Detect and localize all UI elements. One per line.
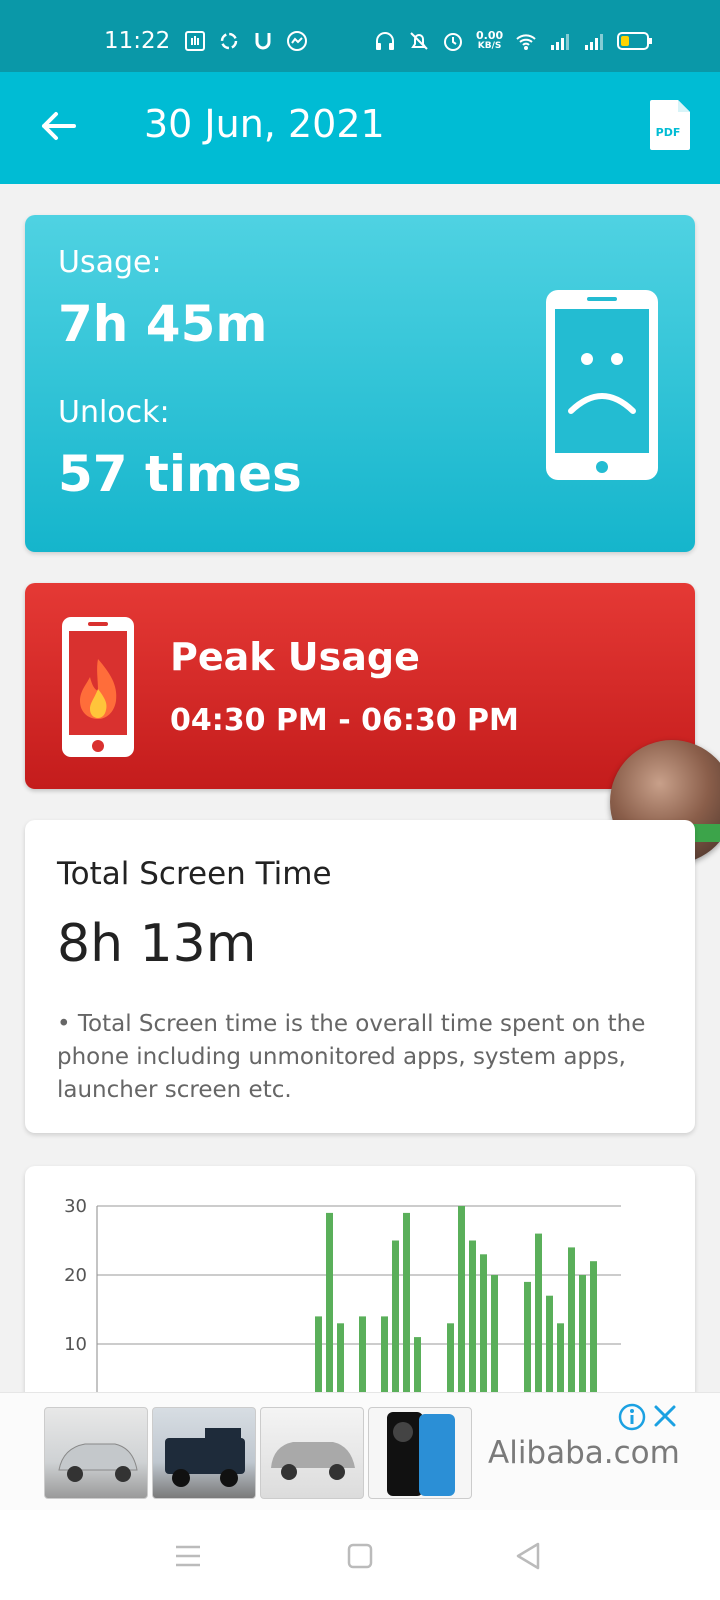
chart-bar[interactable] xyxy=(392,1240,399,1417)
total-screen-time-value: 8h 13m xyxy=(57,914,257,974)
ad-thumbnail-car-2[interactable] xyxy=(152,1407,256,1499)
total-screen-time-title: Total Screen Time xyxy=(57,856,332,892)
y-tick-label: 20 xyxy=(64,1265,87,1286)
system-icons: 0.00 KB/S xyxy=(374,30,653,52)
system-nav-bar xyxy=(0,1510,720,1600)
fire-phone-icon xyxy=(62,617,134,757)
ad-close-icon[interactable] xyxy=(652,1403,678,1429)
y-tick-label: 30 xyxy=(64,1196,87,1217)
peak-usage-card: Peak Usage 04:30 PM - 06:30 PM xyxy=(25,583,695,789)
battery-icon xyxy=(617,32,653,50)
ad-brand: Alibaba.com xyxy=(488,1435,680,1471)
hourly-usage-chart: 10 20 30 xyxy=(64,1196,621,1417)
ad-thumbnail-phone[interactable] xyxy=(368,1407,472,1499)
car-icon xyxy=(58,1443,138,1482)
messenger-icon xyxy=(287,31,307,51)
usage-card: Usage: 7h 45m Unlock: 57 times xyxy=(25,215,695,552)
chart-bar[interactable] xyxy=(458,1206,465,1416)
page-title: 30 Jun, 2021 xyxy=(144,102,385,146)
unlock-label: Unlock: xyxy=(58,395,170,430)
chart-bar[interactable] xyxy=(469,1240,476,1417)
notification-icons xyxy=(184,30,308,52)
pickup-icon xyxy=(165,1428,245,1487)
signal-2-icon xyxy=(585,34,604,50)
app-bar: 30 Jun, 2021 PDF xyxy=(0,72,720,184)
u-icon xyxy=(255,33,271,50)
suv-icon xyxy=(271,1442,355,1480)
net-speed: 0.00 KB/S xyxy=(476,29,504,51)
chart-bar[interactable] xyxy=(403,1212,410,1416)
total-screen-time-note: • Total Screen time is the overall time … xyxy=(57,1011,646,1103)
menu-icon[interactable] xyxy=(170,1538,206,1574)
pdf-export-button[interactable]: PDF xyxy=(648,98,692,152)
alarm-icon xyxy=(444,33,462,51)
hand-icon xyxy=(185,31,205,51)
ad-thumbnail-car-1[interactable] xyxy=(44,1407,148,1499)
chart-bar[interactable] xyxy=(568,1247,575,1416)
wifi-icon xyxy=(516,34,536,50)
total-screen-time-card: Total Screen Time 8h 13m • Total Screen … xyxy=(25,820,695,1133)
mute-icon xyxy=(410,32,428,50)
arrow-back-icon xyxy=(42,112,76,140)
back-button[interactable] xyxy=(32,100,84,152)
unlock-value: 57 times xyxy=(58,445,302,503)
peak-usage-range: 04:30 PM - 06:30 PM xyxy=(170,703,519,738)
ad-info-icon[interactable] xyxy=(618,1403,646,1431)
chart-bar[interactable] xyxy=(535,1233,542,1416)
usage-label: Usage: xyxy=(58,245,162,280)
status-time: 11:22 xyxy=(104,28,171,54)
smartphone-icon xyxy=(387,1412,455,1496)
chart-bar[interactable] xyxy=(326,1212,333,1416)
sad-phone-icon xyxy=(546,290,658,480)
signal-icon xyxy=(551,34,570,50)
home-icon[interactable] xyxy=(342,1538,378,1574)
hourly-usage-chart-card: 10 20 30 xyxy=(25,1166,695,1416)
status-bar: 11:22 0.00 KB/S xyxy=(0,0,720,72)
back-nav-icon[interactable] xyxy=(510,1538,546,1574)
ad-thumbnail-car-3[interactable] xyxy=(260,1407,364,1499)
peak-usage-title: Peak Usage xyxy=(170,635,420,679)
y-tick-label: 10 xyxy=(64,1334,87,1355)
headphones-icon xyxy=(376,32,394,50)
usage-value: 7h 45m xyxy=(58,295,268,353)
ad-banner[interactable]: Alibaba.com xyxy=(0,1392,720,1510)
pdf-icon-label: PDF xyxy=(656,126,681,139)
sync-icon xyxy=(220,32,238,50)
